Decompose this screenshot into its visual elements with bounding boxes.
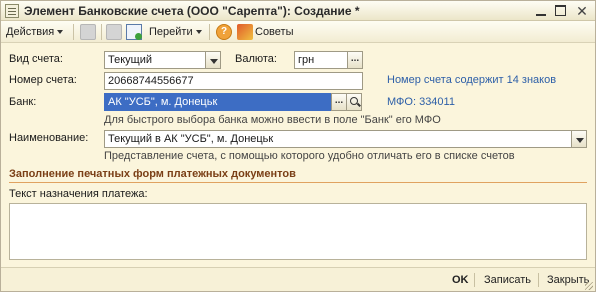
bank-label: Банк: [9,96,37,108]
section-divider [9,182,587,183]
account-type-label: Вид счета: [9,53,63,65]
tips-icon[interactable] [237,24,253,40]
chevron-down-icon [57,30,64,35]
close-button[interactable]: Закрыть [547,272,589,288]
name-dropdown-button[interactable] [571,130,587,148]
copy-add-icon[interactable] [126,24,142,40]
toolbar-divider [101,24,102,40]
payment-purpose-label: Текст назначения платежа: [9,188,148,200]
account-number-note: Номер счета содержит 14 знаков [387,74,557,86]
toolbar-divider [209,24,210,40]
toolbar: Действия Перейти ? Советы [1,21,595,43]
close-window-button[interactable]: ✕ [575,4,589,18]
help-icon[interactable]: ? [216,24,232,40]
name-input[interactable]: Текущий в АК "УСБ", м. Донецьк [104,130,572,148]
payment-purpose-textarea[interactable] [9,203,587,260]
footer-divider [538,273,539,287]
save-disabled-icon[interactable] [80,24,96,40]
list-disabled-icon[interactable] [106,24,122,40]
currency-input[interactable]: грн [294,51,348,69]
bank-hint: Для быстрого выбора банка можно ввести в… [104,114,441,126]
chevron-down-icon [195,30,202,35]
dialog-window: Элемент Банковские счета (ООО "Сарепта")… [0,0,596,292]
form-icon [5,4,19,18]
currency-select-button[interactable]: ... [347,51,363,69]
goto-menu[interactable]: Перейти [149,24,202,40]
name-label: Наименование: [9,132,89,144]
account-number-label: Номер счета: [9,74,77,86]
title-bar: Элемент Банковские счета (ООО "Сарепта")… [1,1,595,21]
goto-menu-label: Перейти [149,26,193,38]
bank-select-button[interactable]: ... [331,93,347,111]
account-type-dropdown-button[interactable] [205,51,221,69]
bank-mfo: МФО: 334011 [387,96,455,108]
ok-button[interactable]: OK [452,272,469,288]
bank-search-button[interactable] [346,93,362,111]
account-number-input[interactable]: 20668744556677 [104,72,363,90]
currency-label: Валюта: [235,53,277,65]
print-forms-section-title: Заполнение печатных форм платежных докум… [9,168,296,180]
window-title: Элемент Банковские счета (ООО "Сарепта")… [24,4,360,18]
actions-menu[interactable]: Действия [6,24,64,40]
dialog-footer: OK Записать Закрыть [1,267,595,291]
minimize-button[interactable] [534,4,548,18]
resize-grip-icon[interactable] [585,282,593,290]
account-type-select[interactable]: Текущий [104,51,206,69]
maximize-button[interactable] [555,5,566,16]
tips-button[interactable]: Советы [255,24,293,40]
bank-input[interactable]: АК "УСБ", м. Донецьк [104,93,332,111]
name-hint: Представление счета, с помощью которого … [104,150,515,162]
actions-menu-label: Действия [6,26,55,38]
footer-divider [474,273,475,287]
toolbar-divider [73,24,74,40]
save-button[interactable]: Записать [484,272,531,288]
